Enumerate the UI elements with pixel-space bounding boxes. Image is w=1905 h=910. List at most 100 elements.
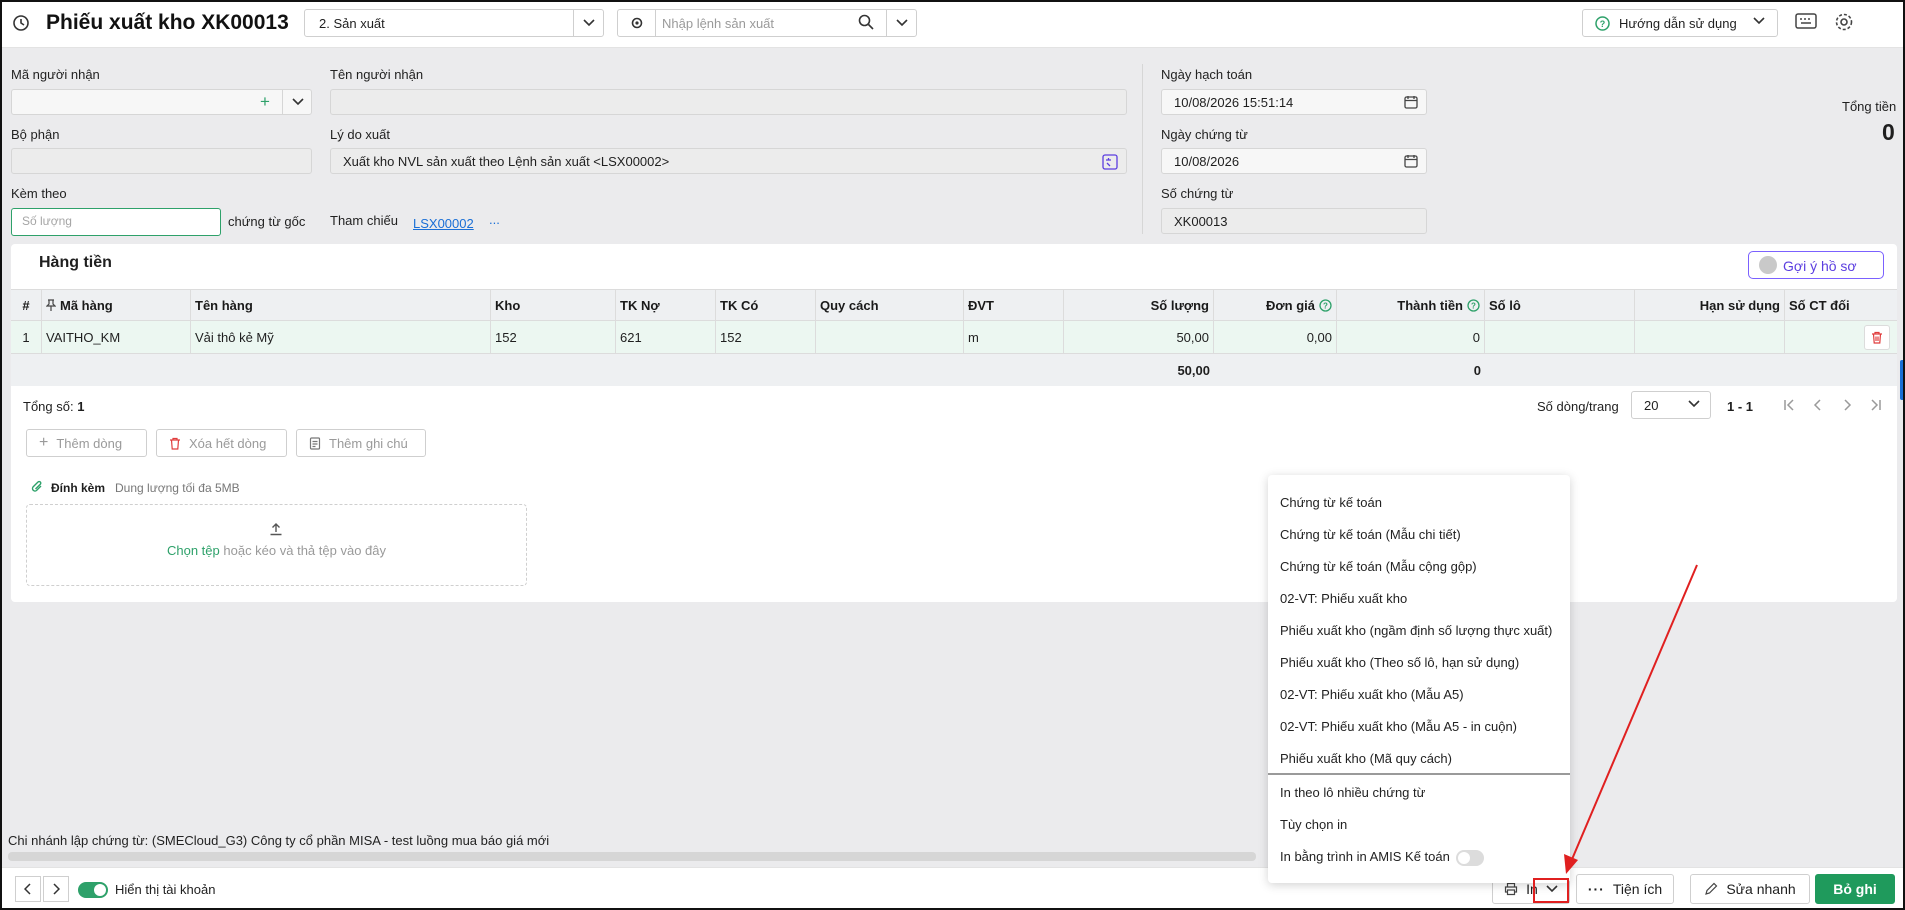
translate-icon[interactable] [1102, 154, 1118, 170]
vertical-scrollbar[interactable] [1900, 360, 1903, 400]
cell-spec[interactable] [816, 321, 964, 353]
voucher-no-field[interactable]: XK00013 [1161, 208, 1427, 234]
cell-item-code[interactable]: VAITHO_KM [42, 321, 191, 353]
choose-file-link[interactable]: Chọn tệp [167, 543, 220, 558]
print-menu-item[interactable]: Phiếu xuất kho (Mã quy cách) [1280, 751, 1452, 766]
gear-icon[interactable] [618, 10, 656, 36]
col-header-debit-account[interactable]: TK Nợ [616, 290, 716, 320]
cell-amount[interactable]: 0 [1337, 321, 1485, 353]
reference-link[interactable]: LSX00002 [413, 216, 474, 231]
info-icon[interactable]: ? [1467, 298, 1480, 312]
cell-quantity[interactable]: 50,00 [1064, 321, 1214, 353]
keyboard-icon[interactable] [1795, 13, 1817, 29]
print-menu-item[interactable]: 02-VT: Phiếu xuất kho (Mẫu A5 - in cuộn) [1280, 719, 1517, 734]
add-row-button[interactable]: + Thêm dòng [26, 429, 147, 457]
pin-icon[interactable] [46, 299, 56, 311]
drop-hint: hoặc kéo và thả tệp vào đây [223, 543, 386, 558]
export-type-select[interactable]: 2. Sản xuất [304, 9, 604, 37]
posting-date-field[interactable]: 10/08/2026 15:51:14 [1161, 89, 1427, 115]
cell-unit-price[interactable]: 0,00 [1214, 321, 1337, 353]
print-menu-item[interactable]: Phiếu xuất kho (Theo số lô, hạn sử dụng) [1280, 655, 1519, 670]
help-button[interactable]: ? Hướng dẫn sử dụng [1582, 9, 1778, 37]
reason-field[interactable]: Xuất kho NVL sản xuất theo Lệnh sản xuất… [330, 148, 1127, 174]
print-menu-item[interactable]: Chứng từ kế toán [1280, 495, 1382, 510]
cell-warehouse[interactable]: 152 [491, 321, 616, 353]
utilities-button[interactable]: ··· Tiện ích [1576, 874, 1674, 904]
print-batch-item[interactable]: In theo lô nhiều chứng từ [1280, 785, 1425, 800]
print-menu-item[interactable]: Chứng từ kế toán (Mẫu chi tiết) [1280, 527, 1461, 542]
col-header-credit-account[interactable]: TK Có [716, 290, 816, 320]
last-page-icon[interactable] [1869, 398, 1883, 412]
recipient-name-label: Tên người nhận [330, 67, 424, 82]
record-count-label: Tổng số: [23, 399, 74, 414]
settings-icon[interactable] [1834, 12, 1854, 32]
print-amis-item[interactable]: In bằng trình in AMIS Kế toán [1280, 849, 1450, 864]
chevron-down-icon[interactable] [886, 10, 916, 36]
file-dropzone[interactable]: Chọn tệp hoặc kéo và thả tệp vào đây [26, 504, 527, 586]
quantity-field[interactable] [11, 208, 221, 236]
rows-per-page-select[interactable]: 20 [1631, 391, 1711, 419]
delete-row-button[interactable] [1864, 325, 1890, 350]
cell-debit-account[interactable]: 621 [616, 321, 716, 353]
col-header-lot-no[interactable]: Số lô [1485, 290, 1635, 320]
quick-edit-button[interactable]: Sửa nhanh [1690, 874, 1810, 904]
calendar-icon[interactable] [1404, 95, 1418, 109]
print-menu-item[interactable]: 02-VT: Phiếu xuất kho (Mẫu A5) [1280, 687, 1464, 702]
col-header-warehouse[interactable]: Kho [491, 290, 616, 320]
col-header-item-code-label: Mã hàng [60, 297, 113, 313]
amis-print-toggle[interactable] [1456, 850, 1484, 866]
table-row[interactable]: 1 VAITHO_KM Vải thô kẻ Mỹ 152 621 152 m … [11, 321, 1897, 354]
print-menu-item[interactable]: Phiếu xuất kho (ngầm định số lượng thực … [1280, 623, 1552, 638]
first-page-icon[interactable] [1782, 398, 1796, 412]
record-count: Tổng số: 1 [23, 399, 84, 414]
chevron-down-icon[interactable] [573, 10, 603, 36]
col-header-unit-price[interactable]: Đơn giá? [1214, 290, 1337, 320]
col-header-item-code[interactable]: Mã hàng [42, 290, 191, 320]
info-icon[interactable]: ? [1319, 298, 1332, 312]
col-header-item-name[interactable]: Tên hàng [191, 290, 491, 320]
print-menu-item[interactable]: 02-VT: Phiếu xuất kho [1280, 591, 1407, 606]
horizontal-scrollbar[interactable] [8, 852, 1256, 861]
annotation-highlight-box [1533, 878, 1569, 903]
cell-item-name[interactable]: Vải thô kẻ Mỹ [191, 321, 491, 353]
record-count-value: 1 [77, 399, 85, 414]
export-type-value: 2. Sản xuất [319, 16, 385, 31]
print-menu-item[interactable]: Chứng từ kế toán (Mẫu cộng gộp) [1280, 559, 1477, 574]
history-icon[interactable] [12, 14, 30, 32]
ignore-button[interactable]: Bỏ ghi [1815, 874, 1895, 904]
next-page-icon[interactable] [1840, 398, 1854, 412]
cell-credit-account[interactable]: 152 [716, 321, 816, 353]
recipient-name-field[interactable] [330, 89, 1127, 115]
col-header-quantity[interactable]: Số lượng [1064, 290, 1214, 320]
department-field[interactable] [11, 148, 312, 174]
chevron-down-icon [1753, 17, 1765, 25]
paperclip-icon [31, 480, 42, 492]
cell-unit[interactable]: m [964, 321, 1064, 353]
quantity-input[interactable] [22, 214, 202, 228]
production-order-input[interactable] [662, 13, 862, 33]
delete-all-rows-button[interactable]: Xóa hết dòng [156, 429, 287, 457]
col-header-amount[interactable]: Thành tiền? [1337, 290, 1485, 320]
suggest-profile-button[interactable]: Gợi ý hồ sơ [1748, 251, 1884, 279]
col-header-spec[interactable]: Quy cách [816, 290, 964, 320]
col-header-reference-no[interactable]: Số CT đối [1785, 290, 1897, 320]
col-header-unit[interactable]: ĐVT [964, 290, 1064, 320]
add-icon[interactable]: + [260, 92, 270, 112]
voucher-date-field[interactable]: 10/08/2026 [1161, 148, 1427, 174]
add-note-button[interactable]: Thêm ghi chú [296, 429, 426, 457]
reference-more-button[interactable]: ... [489, 212, 500, 227]
print-options-item[interactable]: Tùy chọn in [1280, 817, 1347, 832]
cell-lot-no[interactable] [1485, 321, 1635, 353]
search-icon[interactable] [858, 14, 874, 33]
prev-page-icon[interactable] [1811, 398, 1825, 412]
svg-text:?: ? [1471, 301, 1476, 310]
cell-expiry[interactable] [1635, 321, 1785, 353]
calendar-icon[interactable] [1404, 154, 1418, 168]
next-record-button[interactable] [43, 876, 69, 902]
show-accounts-toggle[interactable] [78, 882, 108, 898]
production-order-search[interactable] [617, 9, 917, 37]
prev-record-button[interactable] [15, 876, 41, 902]
col-header-expiry[interactable]: Hạn sử dụng [1635, 290, 1785, 320]
chevron-down-icon[interactable] [282, 90, 312, 114]
recipient-code-field[interactable]: + [11, 89, 312, 115]
